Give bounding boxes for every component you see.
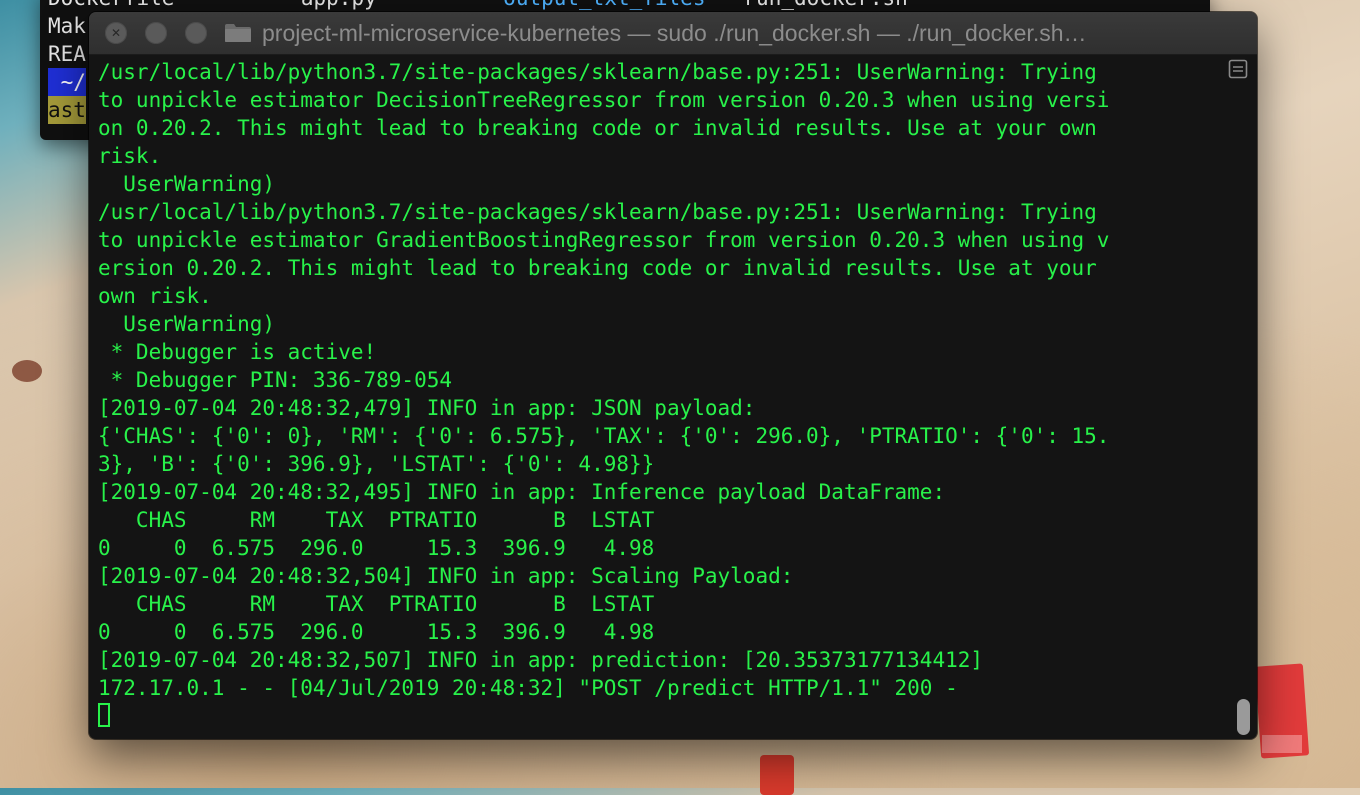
terminal-prompt-line[interactable] [98, 702, 1218, 730]
scrollbar-thumb[interactable] [1237, 699, 1250, 735]
terminal-line: CHAS RM TAX PTRATIO B LSTAT [98, 592, 655, 616]
terminal-line: UserWarning) [98, 312, 276, 336]
terminal-line: /usr/local/lib/python3.7/site-packages/s… [98, 200, 1097, 224]
terminal-line: to unpickle estimator GradientBoostingRe… [98, 228, 1110, 252]
terminal-line: [2019-07-04 20:48:32,504] INFO in app: S… [98, 564, 794, 588]
text-cursor [98, 703, 110, 727]
terminal-line: 0 0 6.575 296.0 15.3 396.9 4.98 [98, 620, 655, 644]
window-titlebar[interactable]: project-ml-microservice-kubernetes — sud… [89, 12, 1257, 55]
terminal-line: {'CHAS': {'0': 0}, 'RM': {'0': 6.575}, '… [98, 424, 1110, 448]
terminal-line: 3}, 'B': {'0': 396.9}, 'LSTAT': {'0': 4.… [98, 452, 655, 476]
beach-towel-stripe-decoration [1262, 735, 1302, 753]
terminal-line: UserWarning) [98, 172, 276, 196]
terminal-line: own risk. [98, 284, 212, 308]
terminal-line: [2019-07-04 20:48:32,495] INFO in app: I… [98, 480, 946, 504]
terminal-line: [2019-07-04 20:48:32,479] INFO in app: J… [98, 396, 756, 420]
terminal-line: on 0.20.2. This might lead to breaking c… [98, 116, 1097, 140]
window-title: project-ml-microservice-kubernetes — sud… [262, 20, 1087, 46]
terminal-line: risk. [98, 144, 162, 168]
beach-object-decoration [760, 755, 794, 795]
background-terminal-status: ast [48, 96, 86, 124]
scrollbar[interactable] [1235, 84, 1253, 734]
terminal-window[interactable]: project-ml-microservice-kubernetes — sud… [89, 12, 1257, 739]
terminal-line: * Debugger PIN: 336-789-054 [98, 368, 453, 392]
terminal-output[interactable]: /usr/local/lib/python3.7/site-packages/s… [98, 58, 1218, 738]
terminal-line: ersion 0.20.2. This might lead to breaki… [98, 256, 1097, 280]
terminal-line: 0 0 6.575 296.0 15.3 396.9 4.98 [98, 536, 655, 560]
terminal-line: * Debugger is active! [98, 340, 377, 364]
background-terminal-prompt: ~/ [48, 68, 86, 96]
close-icon[interactable] [105, 22, 127, 44]
terminal-line: 172.17.0.1 - - [04/Jul/2019 20:48:32] "P… [98, 676, 958, 700]
background-terminal-row: Dockerfile app.py output_txt_files run_d… [48, 0, 908, 12]
zoom-icon[interactable] [185, 22, 207, 44]
terminal-line: CHAS RM TAX PTRATIO B LSTAT [98, 508, 655, 532]
background-terminal-row: Mak [48, 14, 86, 38]
folder-icon [225, 24, 251, 42]
beach-umbrella-decoration [12, 360, 42, 382]
terminal-line: to unpickle estimator DecisionTreeRegres… [98, 88, 1110, 112]
terminal-line: [2019-07-04 20:48:32,507] INFO in app: p… [98, 648, 984, 672]
terminal-line: /usr/local/lib/python3.7/site-packages/s… [98, 60, 1097, 84]
scroll-toggle-icon[interactable] [1228, 59, 1248, 79]
background-terminal-row: REA [48, 42, 86, 66]
minimize-icon[interactable] [145, 22, 167, 44]
